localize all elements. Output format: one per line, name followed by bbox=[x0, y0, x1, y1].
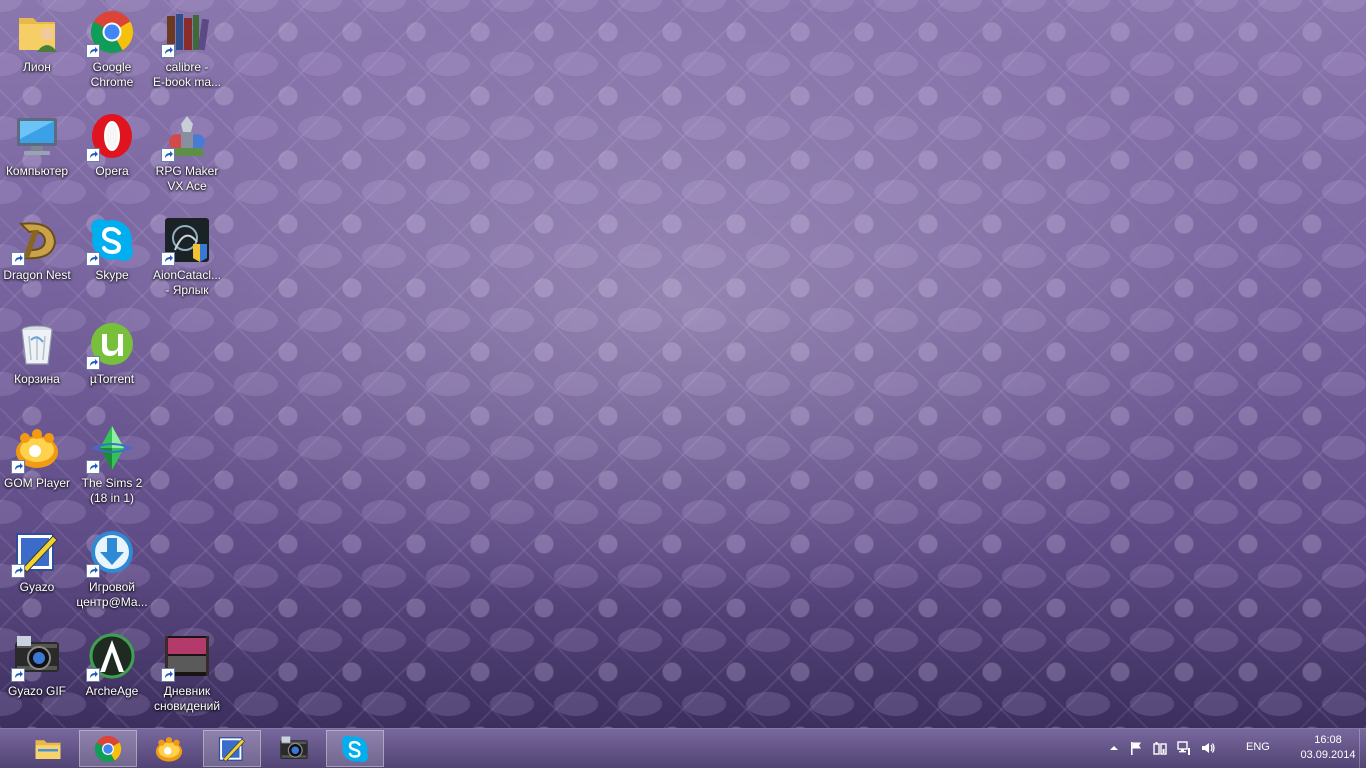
desktop-icon-label: Gyazo bbox=[19, 580, 55, 594]
desktop-icon-calibre-books[interactable]: calibre - E-book ma... bbox=[150, 2, 224, 98]
desktop-icon-label: calibre - E-book ma... bbox=[152, 60, 222, 89]
desktop-icon-label: Дневник сновидений bbox=[153, 684, 221, 713]
clock-time: 16:08 bbox=[1314, 734, 1342, 746]
volume-icon[interactable] bbox=[1200, 740, 1216, 756]
chrome-icon bbox=[86, 8, 136, 58]
recycle-bin-icon bbox=[13, 320, 61, 368]
shortcut-arrow-icon bbox=[86, 564, 100, 578]
computer-icon bbox=[13, 112, 61, 160]
desktop-icon-utorrent[interactable]: µTorrent bbox=[75, 314, 149, 410]
chrome-icon bbox=[93, 734, 123, 764]
dragon-nest-icon bbox=[11, 216, 61, 266]
archeage-icon bbox=[86, 632, 136, 682]
desktop-icon-label: Компьютер bbox=[5, 164, 69, 178]
desktop-icon-rpg-maker[interactable]: RPG Maker VX Ace bbox=[150, 106, 224, 202]
shortcut-arrow-icon bbox=[86, 668, 100, 682]
calibre-books-icon bbox=[161, 8, 211, 58]
desktop-icon-sims[interactable]: The Sims 2 (18 in 1) bbox=[75, 418, 149, 514]
action-center-flag-icon[interactable] bbox=[1128, 740, 1144, 756]
desktop-icon-gom-player[interactable]: GOM Player bbox=[0, 418, 74, 514]
gyazo-gif-icon bbox=[11, 632, 61, 682]
taskbar-button-file-explorer[interactable] bbox=[19, 730, 77, 767]
desktop-icon-aion[interactable]: AionCatacl... - Ярлык bbox=[150, 210, 224, 306]
gyazo-gif-icon bbox=[279, 734, 309, 764]
desktop-icon-label: Лион bbox=[23, 60, 51, 74]
desktop-icon-label: GOM Player bbox=[3, 476, 70, 490]
gyazo-icon bbox=[217, 734, 247, 764]
clock[interactable]: 16:08 03.09.2014 bbox=[1292, 733, 1364, 763]
taskbar-button-skype[interactable] bbox=[326, 730, 384, 767]
shortcut-arrow-icon bbox=[11, 460, 25, 474]
skype-icon bbox=[340, 734, 370, 764]
gom-player-icon bbox=[154, 734, 184, 764]
gyazo-icon bbox=[11, 528, 61, 578]
user-folder-icon bbox=[13, 8, 61, 56]
input-language-indicator[interactable]: ENG bbox=[1246, 741, 1270, 753]
taskbar-button-gom-player[interactable] bbox=[140, 730, 198, 767]
aion-icon bbox=[161, 216, 211, 266]
desktop-icon-opera[interactable]: Opera bbox=[75, 106, 149, 202]
power-icon[interactable] bbox=[1152, 740, 1168, 756]
desktop-icon-archeage[interactable]: ArcheAge bbox=[75, 626, 149, 722]
utorrent-icon bbox=[86, 320, 136, 370]
desktop-icon-label: Skype bbox=[95, 268, 129, 282]
desktop-icon-gyazo-gif[interactable]: Gyazo GIF bbox=[0, 626, 74, 722]
shortcut-arrow-icon bbox=[86, 44, 100, 58]
desktop-icon-label: Корзина bbox=[14, 372, 60, 386]
shortcut-arrow-icon bbox=[161, 148, 175, 162]
desktop-icon-label: Игровой центр@Ма... bbox=[76, 580, 148, 609]
shortcut-arrow-icon bbox=[86, 460, 100, 474]
show-hidden-icons-chevron[interactable] bbox=[1106, 740, 1122, 756]
desktop-icon-label: µTorrent bbox=[89, 372, 135, 386]
desktop-icon-dragon-nest[interactable]: Dragon Nest bbox=[0, 210, 74, 306]
shortcut-arrow-icon bbox=[86, 356, 100, 370]
desktop[interactable]: Лион Google Chrome calibre - E-book ma... К… bbox=[0, 0, 1366, 728]
shortcut-arrow-icon bbox=[86, 148, 100, 162]
network-icon[interactable] bbox=[1176, 740, 1192, 756]
desktop-icon-label: Dragon Nest bbox=[3, 268, 71, 282]
game-center-icon bbox=[86, 528, 136, 578]
desktop-icon-label: The Sims 2 (18 in 1) bbox=[81, 476, 143, 505]
show-desktop-button[interactable] bbox=[1359, 729, 1366, 768]
system-tray: ENG 16:08 03.09.2014 bbox=[1106, 729, 1366, 768]
shortcut-arrow-icon bbox=[161, 252, 175, 266]
desktop-icon-label: Google Chrome bbox=[90, 60, 134, 89]
shortcut-arrow-icon bbox=[11, 252, 25, 266]
desktop-icon-label: Opera bbox=[95, 164, 129, 178]
desktop-icon-computer[interactable]: Компьютер bbox=[0, 106, 74, 202]
opera-icon bbox=[86, 112, 136, 162]
shortcut-arrow-icon bbox=[11, 564, 25, 578]
taskbar-button-gyazo-gif[interactable] bbox=[265, 730, 323, 767]
skype-icon bbox=[86, 216, 136, 266]
taskbar: ENG 16:08 03.09.2014 bbox=[0, 728, 1366, 768]
shortcut-arrow-icon bbox=[86, 252, 100, 266]
sims-icon bbox=[86, 424, 136, 474]
clock-date: 03.09.2014 bbox=[1300, 749, 1356, 761]
file-explorer-icon bbox=[33, 734, 63, 764]
desktop-icon-label: RPG Maker VX Ace bbox=[155, 164, 219, 193]
desktop-icon-game-center[interactable]: Игровой центр@Ма... bbox=[75, 522, 149, 618]
desktop-icon-chrome[interactable]: Google Chrome bbox=[75, 2, 149, 98]
yume-nikki-icon bbox=[161, 632, 211, 682]
shortcut-arrow-icon bbox=[161, 668, 175, 682]
desktop-icon-user-folder[interactable]: Лион bbox=[0, 2, 74, 98]
shortcut-arrow-icon bbox=[161, 44, 175, 58]
desktop-icon-skype[interactable]: Skype bbox=[75, 210, 149, 306]
taskbar-button-gyazo[interactable] bbox=[203, 730, 261, 767]
rpg-maker-icon bbox=[161, 112, 211, 162]
desktop-icon-label: AionCatacl... - Ярлык bbox=[152, 268, 222, 297]
desktop-icon-label: Gyazo GIF bbox=[7, 684, 66, 698]
taskbar-button-chrome[interactable] bbox=[79, 730, 137, 767]
desktop-icon-yume-nikki[interactable]: Дневник сновидений bbox=[150, 626, 224, 722]
desktop-icon-label: ArcheAge bbox=[85, 684, 139, 698]
gom-player-icon bbox=[11, 424, 61, 474]
desktop-icon-gyazo[interactable]: Gyazo bbox=[0, 522, 74, 618]
desktop-icon-recycle-bin[interactable]: Корзина bbox=[0, 314, 74, 410]
shortcut-arrow-icon bbox=[11, 668, 25, 682]
